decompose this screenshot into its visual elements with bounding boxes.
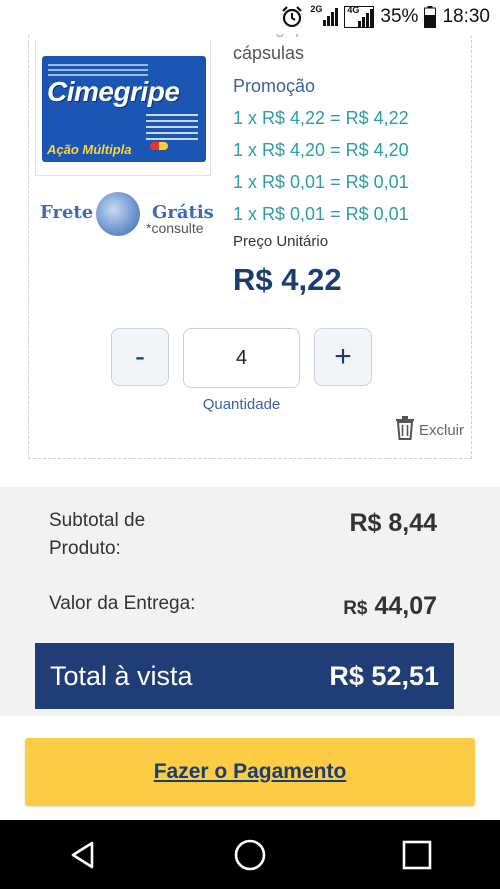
total-label: Total à vista (50, 660, 193, 691)
product-tagline: Ação Múltipla (47, 142, 132, 157)
delivery-value: R$ 44,07 (343, 592, 437, 620)
back-button[interactable] (53, 825, 113, 885)
battery-percent: 35% (380, 6, 419, 27)
subtotal-value: R$ 8,44 (349, 509, 437, 537)
subtotal-label: Subtotal de Produto: (49, 510, 146, 559)
make-payment-button[interactable]: Fazer o Pagamento (25, 738, 475, 806)
delete-label: Excluir (419, 421, 465, 439)
delivery-label: Valor da Entrega: (49, 593, 196, 614)
product-box-art: Cimegripe Ação Múltipla (42, 56, 206, 162)
delete-item-button[interactable]: Excluir (395, 416, 464, 444)
brazil-globe-icon (96, 192, 140, 236)
promo-line: 1 x R$ 4,22 = R$ 4,22 (233, 108, 409, 128)
capsule-icon (150, 142, 168, 150)
alarm-icon (280, 5, 304, 29)
promo-line: 1 x R$ 4,20 = R$ 4,20 (233, 140, 409, 160)
clock: 18:30 (442, 6, 490, 27)
order-summary: Subtotal de Produto: R$ 8,44 Valor da En… (0, 487, 500, 716)
signal-icon: 2G (310, 4, 339, 28)
quantity-decrease-button[interactable]: - (111, 328, 169, 386)
recents-button[interactable] (387, 825, 447, 885)
quantity-increase-button[interactable]: + (314, 328, 372, 386)
product-image: Cimegripe Ação Múltipla (35, 40, 211, 176)
product-brand-logo: Cimegripe (47, 76, 180, 107)
signal-icon: 4G (344, 5, 375, 28)
total-value: R$ 52,51 (329, 660, 439, 691)
home-circle-icon (234, 839, 266, 870)
unit-price-label: Preço Unitário (233, 233, 329, 250)
recents-square-icon (402, 840, 431, 869)
promo-line: 1 x R$ 0,01 = R$ 0,01 (233, 204, 409, 224)
home-button[interactable] (220, 825, 280, 885)
total-bar: Total à vista R$ 52,51 (35, 643, 454, 709)
promo-title: Promoção (233, 76, 316, 96)
status-bar: 2G 4G 35% 18:30 (0, 0, 500, 34)
unit-price: R$ 4,22 (233, 262, 342, 297)
promo-line: 1 x R$ 0,01 = R$ 0,01 (233, 172, 409, 192)
checkout-page: Cimegripe Ação Múltipla Frete Grátis *co… (0, 0, 500, 820)
free-shipping-badge: Frete Grátis *consulte (38, 190, 218, 238)
trash-icon (395, 416, 415, 444)
product-name-line2: cápsulas (233, 43, 305, 63)
quantity-label: Quantidade (202, 396, 281, 413)
system-navigation-bar (0, 820, 500, 889)
quantity-input[interactable]: 4 (183, 328, 300, 388)
battery-icon (424, 6, 437, 28)
delivery-currency: R$ (343, 598, 368, 619)
payment-footer: Fazer o Pagamento (0, 716, 500, 820)
back-triangle-icon (72, 841, 94, 868)
